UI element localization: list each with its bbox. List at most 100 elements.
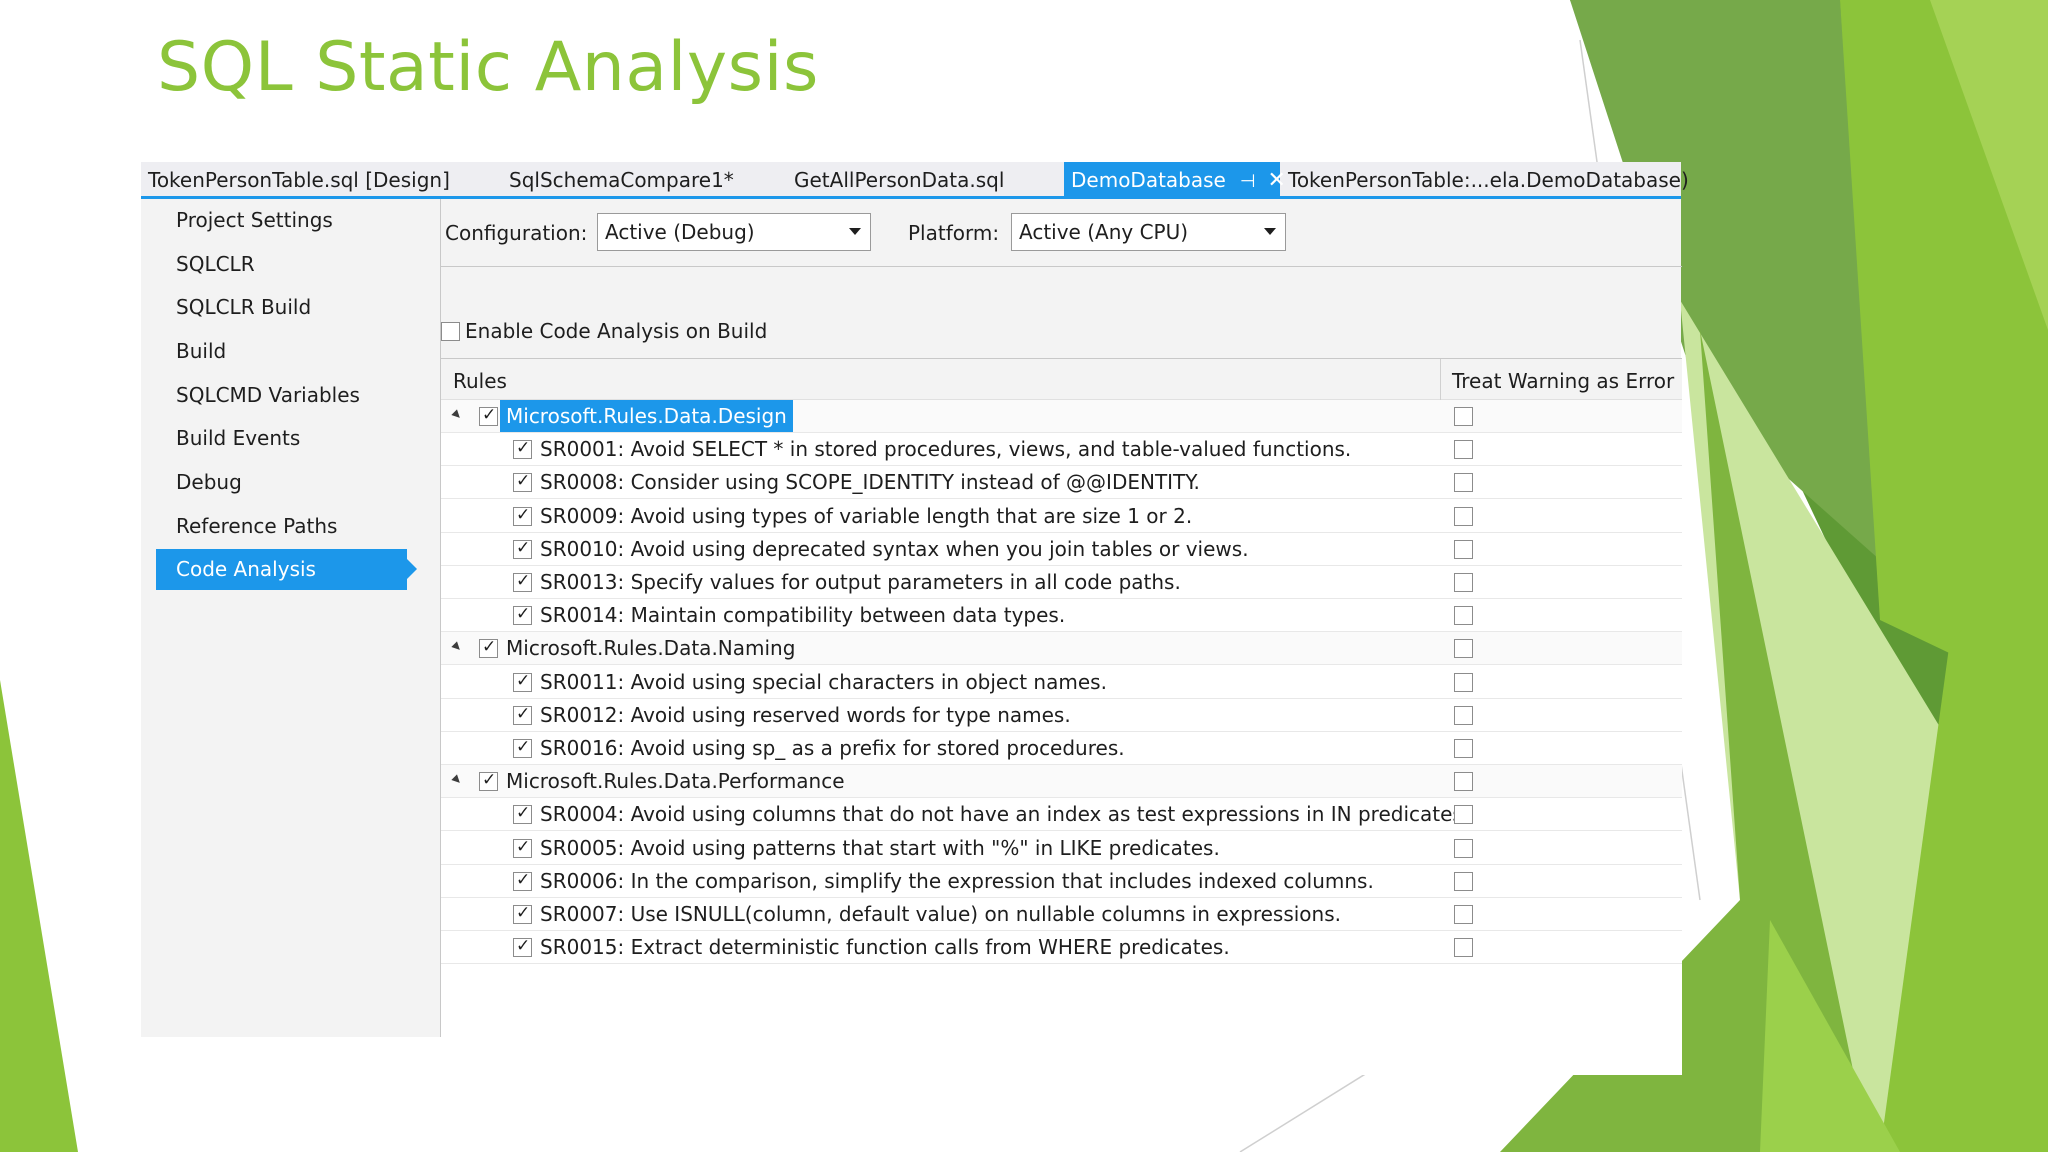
rule-enabled-checkbox[interactable] — [513, 837, 532, 858]
rule-label: SR0001: Avoid SELECT * in stored procedu… — [540, 437, 1352, 462]
rule-row[interactable]: SR0012: Avoid using reserved words for t… — [441, 698, 1682, 732]
treat-warning-as-error-checkbox[interactable] — [1454, 838, 1473, 858]
property-pages-nav: Project Settings SQLCLR SQLCLR Build Bui… — [141, 199, 440, 1037]
nav-reference-paths[interactable]: Reference Paths — [156, 506, 407, 547]
rule-label: SR0004: Avoid using columns that do not … — [540, 802, 1470, 827]
rule-enabled-checkbox[interactable] — [513, 505, 532, 526]
treat-warning-as-error-checkbox[interactable] — [1454, 573, 1473, 592]
pin-icon[interactable]: ⊣ — [1240, 171, 1256, 192]
rule-enabled-checkbox[interactable] — [513, 471, 532, 493]
tab-get-all-person-data[interactable]: GetAllPersonData.sql — [787, 162, 1011, 196]
code-analysis-page: Configuration: Active (Debug) Platform: … — [440, 199, 1682, 1075]
rule-group-label: Microsoft.Rules.Data.Performance — [506, 769, 845, 794]
rule-enabled-checkbox[interactable] — [513, 604, 532, 626]
column-separator[interactable] — [1440, 359, 1441, 400]
rule-enabled-checkbox[interactable] — [513, 671, 532, 692]
rules-column-header[interactable]: Rules — [453, 369, 507, 393]
rule-group-row[interactable]: Microsoft.Rules.Data.Design — [441, 400, 1682, 433]
nav-sqlclr-build[interactable]: SQLCLR Build — [156, 287, 407, 328]
enable-code-analysis-checkbox[interactable] — [441, 322, 460, 341]
rule-row[interactable]: SR0010: Avoid using deprecated syntax wh… — [441, 532, 1682, 566]
nav-sqlcmd-variables[interactable]: SQLCMD Variables — [156, 375, 407, 416]
treat-warning-as-error-checkbox[interactable] — [1454, 606, 1473, 626]
rule-row[interactable]: SR0001: Avoid SELECT * in stored procedu… — [441, 433, 1682, 467]
nav-build[interactable]: Build — [156, 331, 407, 372]
tab-token-person-table-demodatabase[interactable]: TokenPersonTable:...ela.DemoDatabase) — [1281, 162, 1696, 196]
treat-warning-as-error-checkbox[interactable] — [1454, 871, 1473, 891]
nav-label: SQLCLR Build — [176, 295, 312, 319]
treat-warning-as-error-checkbox[interactable] — [1454, 407, 1473, 426]
nav-label: Reference Paths — [176, 514, 338, 538]
nav-label: Debug — [176, 470, 242, 494]
tab-label: TokenPersonTable.sql [Design] — [148, 168, 450, 192]
tab-token-person-table-design[interactable]: TokenPersonTable.sql [Design] — [141, 162, 457, 196]
dropdown-arrow-icon — [1264, 228, 1276, 235]
treat-warning-as-error-checkbox[interactable] — [1454, 440, 1473, 460]
treat-warning-as-error-checkbox[interactable] — [1454, 938, 1473, 958]
document-tab-bar: TokenPersonTable.sql [Design] SqlSchemaC… — [141, 162, 1689, 199]
rule-row[interactable]: SR0007: Use ISNULL(column, default value… — [441, 898, 1682, 931]
expand-collapse-icon[interactable] — [451, 641, 463, 654]
rule-row[interactable]: SR0015: Extract deterministic function c… — [441, 931, 1682, 965]
rule-enabled-checkbox[interactable] — [513, 803, 532, 825]
treat-warning-as-error-checkbox[interactable] — [1454, 539, 1473, 559]
rule-row[interactable]: SR0006: In the comparison, simplify the … — [441, 864, 1682, 898]
rule-label: SR0014: Maintain compatibility between d… — [540, 603, 1066, 628]
rule-group-row[interactable]: Microsoft.Rules.Data.Performance — [441, 765, 1682, 799]
treat-warning-column-header[interactable]: Treat Warning as Error — [1452, 369, 1674, 393]
expand-collapse-icon[interactable] — [451, 409, 463, 421]
rule-row[interactable]: SR0008: Consider using SCOPE_IDENTITY in… — [441, 466, 1682, 500]
rule-row[interactable]: SR0005: Avoid using patterns that start … — [441, 831, 1682, 865]
rule-enabled-checkbox[interactable] — [479, 405, 498, 426]
rule-row[interactable]: SR0013: Specify values for output parame… — [441, 566, 1682, 599]
treat-warning-as-error-checkbox[interactable] — [1454, 705, 1473, 725]
rule-enabled-checkbox[interactable] — [513, 538, 532, 559]
rule-enabled-checkbox[interactable] — [513, 903, 532, 924]
platform-label: Platform: — [908, 221, 1000, 245]
nav-build-events[interactable]: Build Events — [156, 418, 407, 459]
rule-enabled-checkbox[interactable] — [479, 770, 498, 792]
treat-warning-as-error-checkbox[interactable] — [1454, 506, 1473, 526]
nav-label: SQLCLR — [176, 252, 255, 276]
tab-label: TokenPersonTable:...ela.DemoDatabase) — [1288, 168, 1689, 192]
rule-group-row[interactable]: Microsoft.Rules.Data.Naming — [441, 632, 1682, 666]
nav-debug[interactable]: Debug — [156, 462, 407, 503]
rule-enabled-checkbox[interactable] — [479, 637, 498, 659]
treat-warning-as-error-checkbox[interactable] — [1454, 905, 1473, 924]
nav-project-settings[interactable]: Project Settings — [156, 200, 407, 241]
rule-enabled-checkbox[interactable] — [513, 571, 532, 592]
rule-enabled-checkbox[interactable] — [513, 438, 532, 460]
rule-row[interactable]: SR0014: Maintain compatibility between d… — [441, 599, 1682, 633]
treat-warning-as-error-checkbox[interactable] — [1454, 473, 1473, 493]
platform-select[interactable]: Active (Any CPU) — [1011, 213, 1286, 251]
nav-label: Build — [176, 339, 227, 363]
rule-row[interactable]: SR0009: Avoid using types of variable le… — [441, 499, 1682, 533]
rule-enabled-checkbox[interactable] — [513, 737, 532, 758]
rule-row[interactable]: SR0004: Avoid using columns that do not … — [441, 798, 1682, 832]
rule-label: SR0006: In the comparison, simplify the … — [540, 868, 1374, 893]
tab-demo-database[interactable]: DemoDatabase ⊣ ✕ — [1064, 162, 1286, 196]
rule-label: SR0008: Consider using SCOPE_IDENTITY in… — [540, 470, 1200, 495]
nav-code-analysis[interactable]: Code Analysis — [156, 549, 417, 590]
rule-enabled-checkbox[interactable] — [513, 936, 532, 958]
nav-label: Project Settings — [176, 208, 333, 232]
nav-label: SQLCMD Variables — [176, 383, 360, 407]
treat-warning-as-error-checkbox[interactable] — [1454, 639, 1473, 659]
enable-code-analysis-label: Enable Code Analysis on Build — [465, 319, 768, 343]
rule-row[interactable]: SR0011: Avoid using special characters i… — [441, 665, 1682, 699]
expand-collapse-icon[interactable] — [451, 774, 463, 786]
rule-enabled-checkbox[interactable] — [513, 704, 532, 725]
rule-label: SR0015: Extract deterministic function c… — [540, 935, 1230, 960]
grid-header: Rules Treat Warning as Error — [441, 359, 1682, 400]
rule-enabled-checkbox[interactable] — [513, 870, 532, 891]
treat-warning-as-error-checkbox[interactable] — [1454, 672, 1473, 692]
tab-schema-compare[interactable]: SqlSchemaCompare1* — [502, 162, 741, 196]
configuration-select[interactable]: Active (Debug) — [597, 213, 871, 251]
nav-sqlclr[interactable]: SQLCLR — [156, 244, 407, 285]
rule-row[interactable]: SR0016: Avoid using sp_ as a prefix for … — [441, 732, 1682, 765]
treat-warning-as-error-checkbox[interactable] — [1454, 772, 1473, 792]
tab-label: SqlSchemaCompare1* — [509, 168, 734, 192]
treat-warning-as-error-checkbox[interactable] — [1454, 739, 1473, 758]
nav-label: Build Events — [176, 426, 301, 450]
treat-warning-as-error-checkbox[interactable] — [1454, 805, 1473, 825]
